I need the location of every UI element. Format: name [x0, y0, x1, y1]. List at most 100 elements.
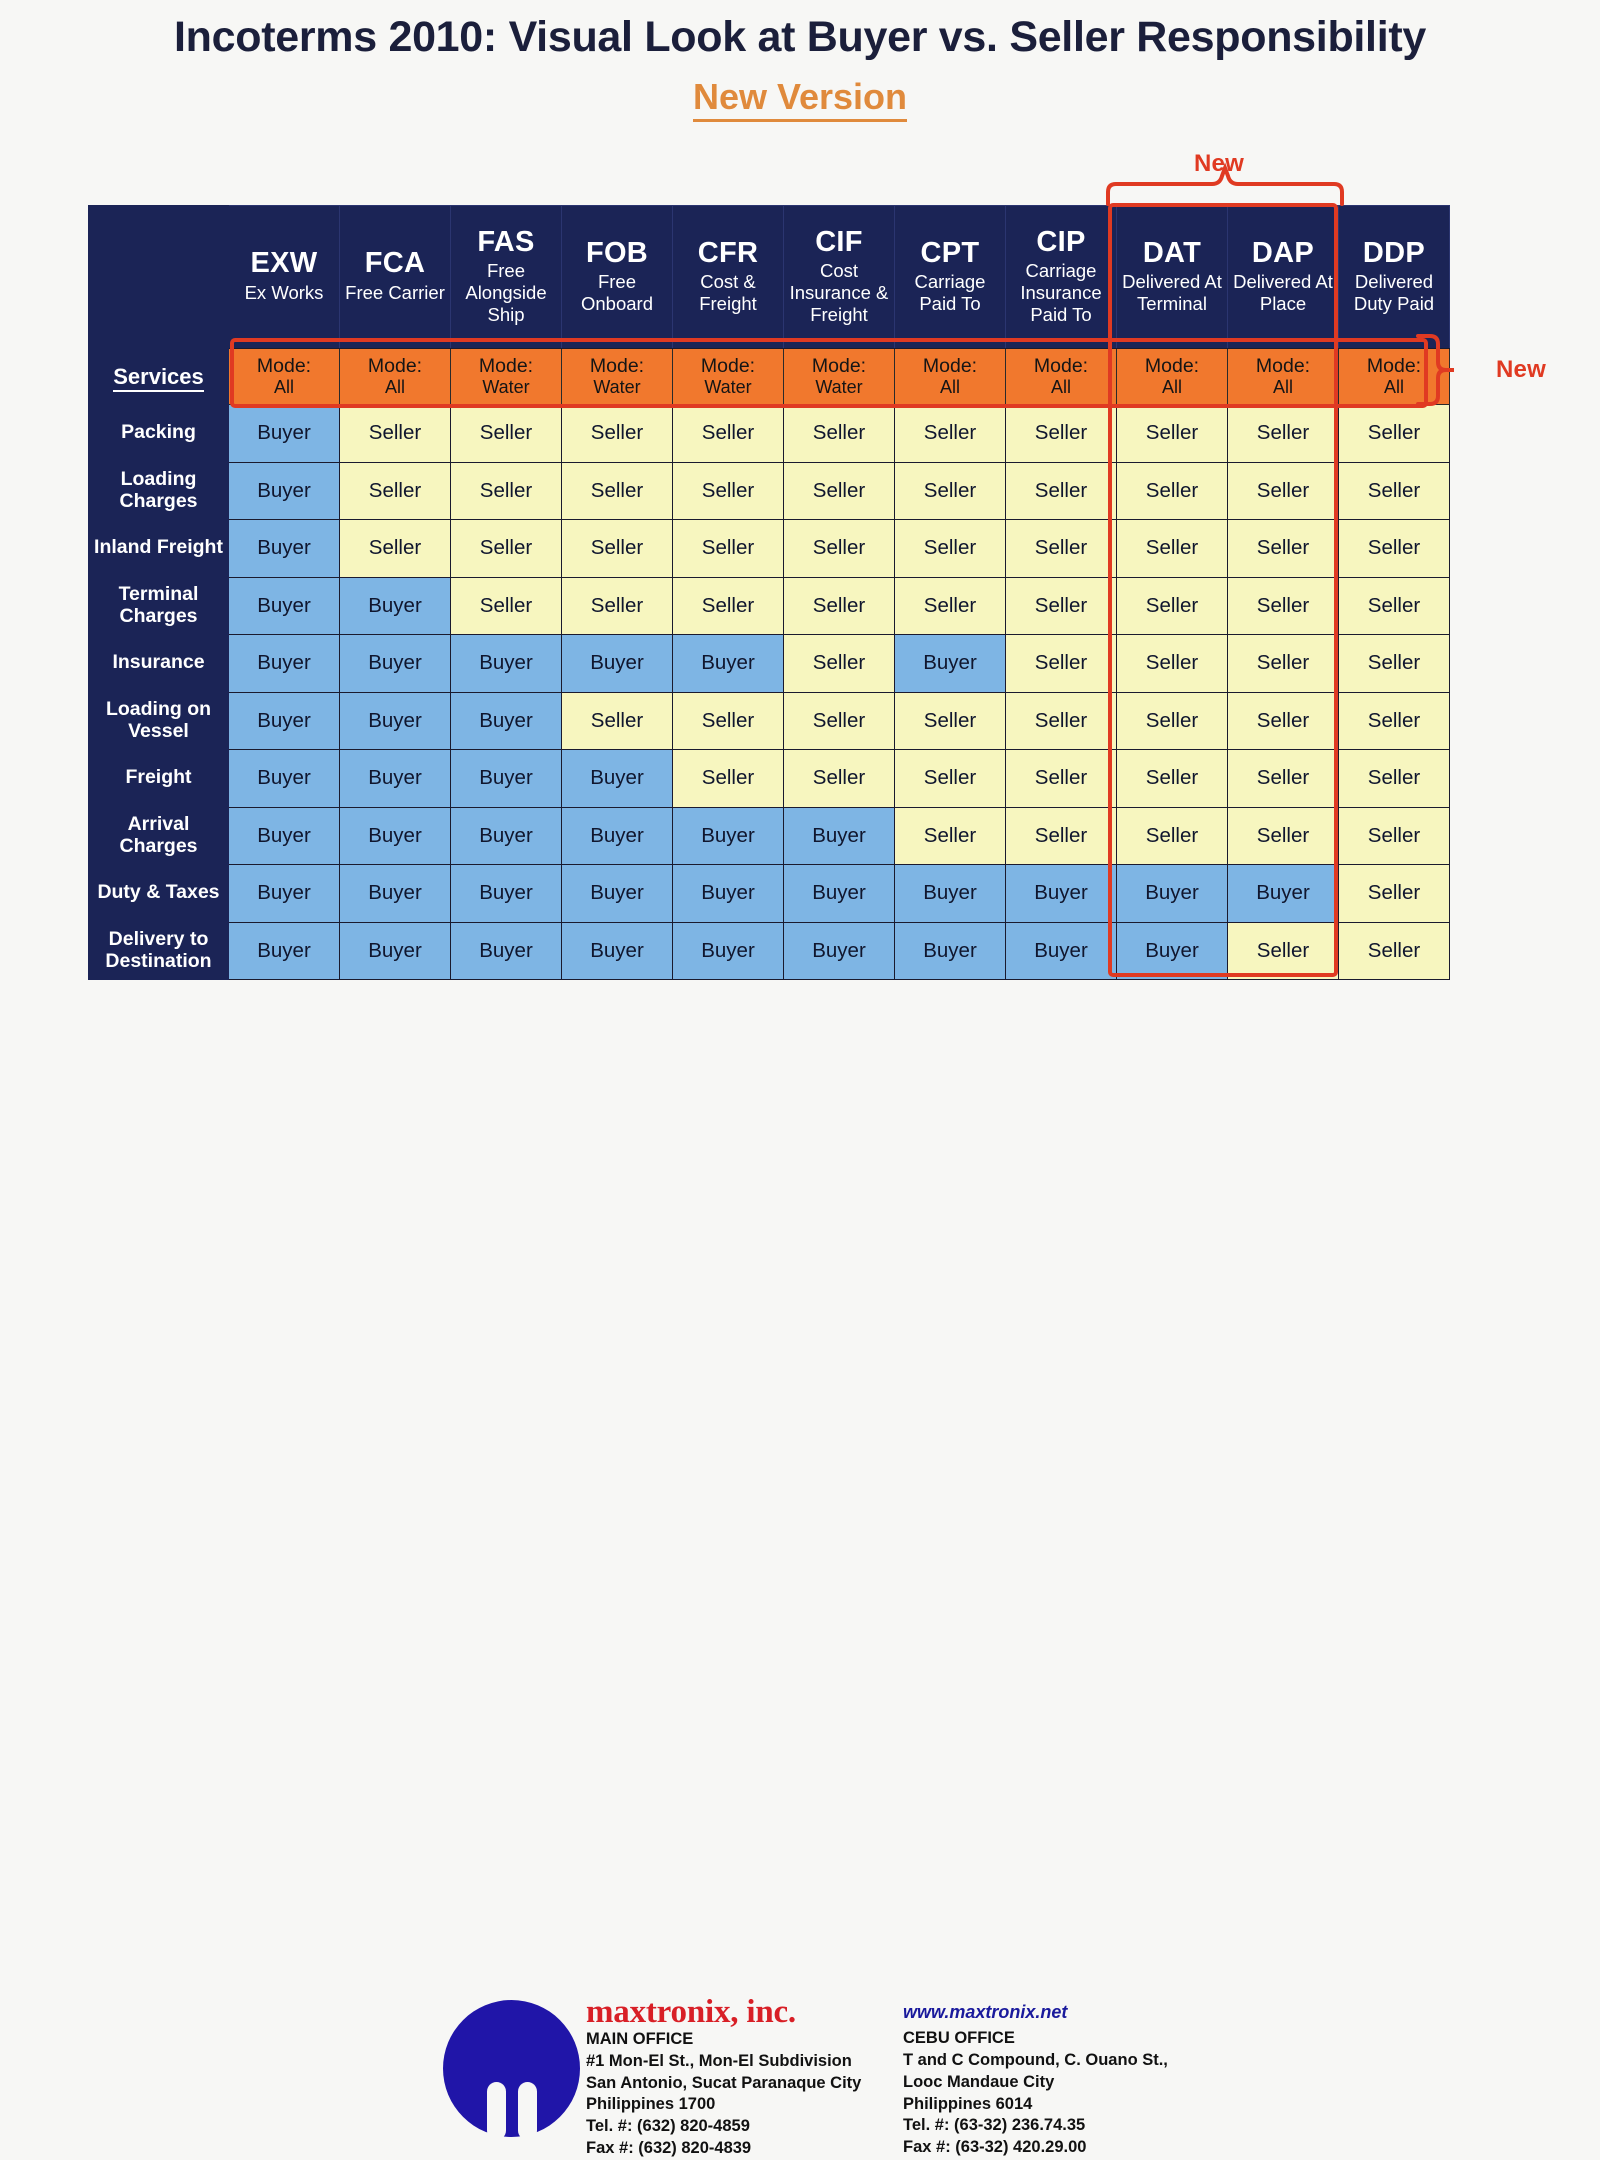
responsibility-cell: Seller	[1338, 634, 1450, 693]
service-label-cell: Loading Charges	[88, 461, 229, 520]
term-header-dap: DAP Delivered At Place	[1227, 205, 1339, 349]
responsibility-cell: Buyer	[339, 576, 451, 635]
mode-value: All	[1161, 377, 1182, 398]
table-row: Arrival Charges Buyer Buyer Buyer Buyer Buyer…	[88, 806, 1450, 865]
cebu-office-line: Looc Mandaue City	[903, 2072, 1055, 2091]
table-row: Terminal Charges Buyer Buyer Seller Seller Se…	[88, 576, 1450, 635]
responsibility-cell: Seller	[339, 461, 451, 520]
responsibility-cell: Seller	[1227, 519, 1339, 578]
responsibility-cell: Buyer	[783, 921, 895, 980]
responsibility-cell: Buyer	[339, 806, 451, 865]
term-full-name: Free Carrier	[345, 281, 445, 303]
term-header-fas: FAS Free Alongside Ship	[450, 205, 562, 349]
mode-value: All	[939, 377, 960, 398]
responsibility-cell: Seller	[672, 461, 784, 520]
term-full-name: Delivered At Terminal	[1122, 271, 1222, 314]
term-code: FAS	[477, 225, 535, 258]
responsibility-cell: Seller	[1116, 519, 1228, 578]
mode-value: All	[1272, 377, 1293, 398]
responsibility-cell: Buyer	[228, 519, 340, 578]
responsibility-cell: Seller	[894, 749, 1006, 808]
responsibility-cell: Seller	[1116, 576, 1228, 635]
mode-value: All	[1050, 377, 1071, 398]
service-label-cell: Insurance	[88, 634, 229, 693]
responsibility-cell: Seller	[1116, 806, 1228, 865]
responsibility-cell: Seller	[1338, 864, 1450, 923]
term-code: DDP	[1362, 236, 1426, 269]
term-full-name: Carriage Paid To	[914, 271, 986, 314]
service-label-cell: Duty & Taxes	[88, 864, 229, 923]
service-label-cell: Terminal Charges	[88, 576, 229, 635]
responsibility-cell: Seller	[1005, 461, 1117, 520]
term-full-name: Free Alongside Ship	[465, 260, 547, 325]
responsibility-cell: Buyer	[561, 921, 673, 980]
services-header-cell: Services	[88, 348, 229, 405]
new-columns-label: New	[1194, 150, 1244, 177]
mode-value: All	[384, 377, 405, 398]
responsibility-cell: Buyer	[450, 749, 562, 808]
responsibility-cell: Seller	[1338, 404, 1450, 463]
term-code: EXW	[250, 247, 318, 280]
responsibility-cell: Seller	[783, 691, 895, 750]
responsibility-cell: Seller	[672, 749, 784, 808]
mode-cell-cfr: Mode: Water	[672, 348, 784, 405]
responsibility-cell: Buyer	[450, 864, 562, 923]
responsibility-cell: Seller	[450, 461, 562, 520]
responsibility-cell: Seller	[1227, 921, 1339, 980]
responsibility-cell: Seller	[561, 691, 673, 750]
mode-cell-fob: Mode: Water	[561, 348, 673, 405]
responsibility-cell: Buyer	[450, 634, 562, 693]
term-header-cpt: CPT Carriage Paid To	[894, 205, 1006, 349]
website-link[interactable]: www.maxtronix.net	[903, 2001, 1233, 2024]
mode-cell-cpt: Mode: All	[894, 348, 1006, 405]
responsibility-cell: Seller	[1227, 691, 1339, 750]
mode-label: Mode:	[256, 355, 312, 378]
responsibility-cell: Seller	[450, 404, 562, 463]
responsibility-cell: Seller	[1116, 691, 1228, 750]
table-row: Duty & Taxes Buyer Buyer Buyer Buyer Buyer Buy…	[88, 864, 1450, 923]
responsibility-cell: Seller	[1338, 806, 1450, 865]
responsibility-cell: Buyer	[672, 864, 784, 923]
responsibility-cell: Buyer	[339, 921, 451, 980]
mode-label: Mode:	[589, 355, 645, 378]
responsibility-cell: Buyer	[783, 864, 895, 923]
term-code: CPT	[920, 236, 980, 269]
mode-label: Mode:	[1033, 355, 1089, 378]
responsibility-cell: Buyer	[339, 864, 451, 923]
responsibility-cell: Buyer	[339, 634, 451, 693]
responsibility-cell: Seller	[1005, 576, 1117, 635]
responsibility-cell: Seller	[339, 404, 451, 463]
responsibility-cell: Seller	[672, 519, 784, 578]
mode-cell-fas: Mode: Water	[450, 348, 562, 405]
service-label-cell: Delivery to Destination	[88, 921, 229, 980]
page-title: Incoterms 2010: Visual Look at Buyer vs.…	[174, 13, 1426, 61]
term-header-exw: EXW Ex Works	[228, 205, 340, 349]
responsibility-cell: Seller	[1005, 404, 1117, 463]
mode-label: Mode:	[478, 355, 534, 378]
responsibility-cell: Seller	[894, 806, 1006, 865]
term-header-cfr: CFR Cost & Freight	[672, 205, 784, 349]
term-code: DAP	[1251, 236, 1315, 269]
responsibility-cell: Buyer	[339, 749, 451, 808]
responsibility-cell: Buyer	[672, 921, 784, 980]
responsibility-cell: Seller	[1116, 461, 1228, 520]
mode-cell-fca: Mode: All	[339, 348, 451, 405]
responsibility-cell: Seller	[1338, 749, 1450, 808]
responsibility-cell: Seller	[1227, 576, 1339, 635]
mode-value: Water	[593, 377, 641, 398]
responsibility-cell: Buyer	[894, 634, 1006, 693]
responsibility-cell: Seller	[783, 634, 895, 693]
page-subtitle: New Version	[692, 77, 908, 122]
term-full-name: Delivered At Place	[1233, 271, 1333, 314]
responsibility-cell: Seller	[1005, 519, 1117, 578]
term-code: CIF	[815, 225, 863, 258]
responsibility-cell: Buyer	[228, 691, 340, 750]
responsibility-cell: Buyer	[561, 749, 673, 808]
responsibility-cell: Seller	[783, 519, 895, 578]
table-row: Inland Freight Buyer Seller Seller Seller Sel…	[88, 519, 1450, 578]
responsibility-cell: Seller	[894, 691, 1006, 750]
service-label-cell: Packing	[88, 404, 229, 463]
new-mode-brace-icon	[1416, 334, 1454, 406]
responsibility-cell: Seller	[1116, 634, 1228, 693]
term-full-name: Carriage Insurance Paid To	[1020, 260, 1102, 325]
